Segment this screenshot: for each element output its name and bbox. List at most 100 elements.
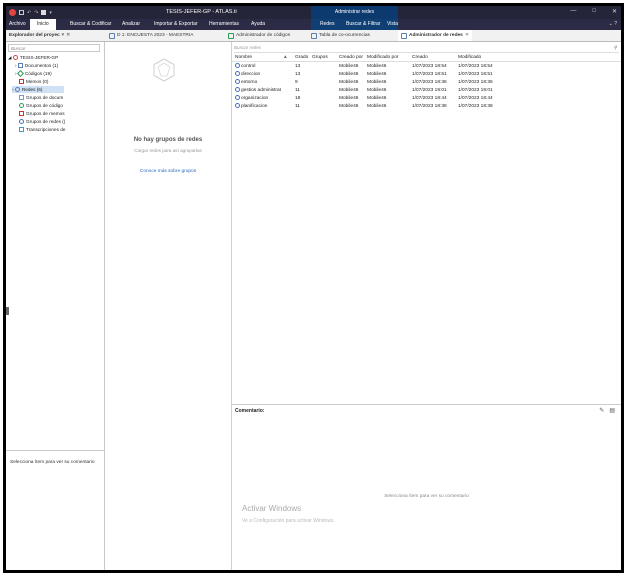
tab-code-manager-label: Administrador de códigos: [236, 33, 291, 38]
edit-comment-icon[interactable]: ✎: [599, 407, 604, 414]
tab-explorador[interactable]: Explorador del proyec ▾ ✕: [9, 30, 103, 41]
tree-label: Memos (0): [26, 79, 49, 84]
pin-icon[interactable]: ▾: [62, 30, 64, 41]
tree-networks[interactable]: › Redes (6): [12, 86, 64, 93]
cell-modificado-por: Mobile46: [367, 72, 387, 77]
project-icon: [12, 55, 18, 61]
column-grupos[interactable]: Grupos: [312, 54, 328, 61]
column-grado[interactable]: Grado: [295, 54, 308, 61]
cell-modificado: 1/07/2023 18:44: [458, 96, 493, 101]
network-icon: [235, 63, 240, 69]
maximize-button[interactable]: □: [592, 8, 596, 15]
dropdown-icon[interactable]: ▾: [49, 10, 52, 16]
context-tab-label: Administrar redes: [311, 6, 398, 19]
empty-groups-title: No hay grupos de redes: [133, 137, 203, 143]
cell-modificado-por: Mobile46: [367, 96, 387, 101]
tree-network-groups[interactable]: Grupos de redes ((: [19, 118, 65, 125]
cell-creado-por: Mobile46: [339, 64, 359, 69]
network-icon: [235, 79, 240, 85]
delete-comment-icon[interactable]: ▤: [609, 407, 615, 414]
network-icon: [235, 87, 240, 93]
document-group-icon: [19, 95, 24, 101]
cell-grado: 13: [295, 64, 301, 69]
network-groups-pane: No hay grupos de redes Cargar redes para…: [105, 42, 232, 570]
menu-redes[interactable]: Redes: [320, 19, 334, 30]
cell-grado: 18: [295, 96, 301, 101]
column-nombre[interactable]: Nombre: [235, 54, 252, 61]
cell-name: control: [235, 63, 255, 70]
cell-modificado-por: Mobile46: [367, 88, 387, 93]
tree-transcriptions[interactable]: Transcripciones de: [19, 126, 65, 133]
explorer-comment-area: Selecciona ítem para ver su comentario: [6, 450, 104, 465]
undo-icon[interactable]: ↶: [27, 10, 31, 16]
cell-name: organizacion: [235, 95, 268, 102]
table-row[interactable]: direccion 13 Mobile46 Mobile46 1/07/2023 18:…: [232, 71, 621, 78]
window-title: TESIS-JEFER-GP - ATLAS.ti: [166, 9, 237, 15]
menu-archivo[interactable]: Archivo: [9, 19, 26, 30]
tree-code-groups[interactable]: Grupos de código: [19, 102, 63, 109]
tree-documents[interactable]: › Documentos (1): [15, 62, 58, 69]
expand-ribbon-icon[interactable]: ⌄ ?: [609, 19, 617, 30]
tree-project-root[interactable]: ◢ TESIS-JEFER-GP: [8, 54, 58, 61]
tab-explorador-label: Explorador del proyec: [9, 33, 60, 38]
activate-windows-title: Activar Windows: [242, 504, 302, 513]
column-modificado-por[interactable]: Modificado por: [367, 54, 398, 61]
cell-modificado: 1/07/2023 19:01: [458, 88, 493, 93]
tree-label: TESIS-JEFER-GP: [19, 55, 59, 60]
cell-name: direccion: [235, 71, 260, 78]
screenshot-frame: ↶ ↷ ▾ TESIS-JEFER-GP - ATLAS.ti Administ…: [3, 3, 624, 573]
networks-search-input[interactable]: Buscar redes ⚲: [234, 44, 619, 53]
cell-creado-por: Mobile46: [339, 88, 359, 93]
memo-group-icon: [19, 111, 24, 117]
table-header: Nombre ▲ Grado Grupos Creado por Modific…: [232, 54, 621, 62]
menu-importar-exportar[interactable]: Importar & Exportar: [154, 19, 198, 30]
menu-inicio[interactable]: Inicio: [30, 19, 56, 30]
network-icon: [235, 103, 240, 109]
menu-buscar-codificar[interactable]: Buscar & Codificar: [70, 19, 111, 30]
project-explorer: Buscar ◢ TESIS-JEFER-GP › Documentos (1)…: [6, 42, 105, 570]
tab-close-icon[interactable]: ✕: [66, 30, 70, 41]
explorer-search-input[interactable]: Buscar: [8, 44, 100, 52]
table-row[interactable]: entorno 9 Mobile46 Mobile46 1/07/2023 18:36 1…: [232, 79, 621, 86]
menu-analizar[interactable]: Analizar: [122, 19, 140, 30]
table-row[interactable]: organizacion 18 Mobile46 Mobile46 1/07/2023 …: [232, 95, 621, 102]
tree-label: Grupos de memos: [26, 111, 65, 116]
table-row[interactable]: gestios administrat 11 Mobile46 Mobile46 1/0…: [232, 87, 621, 94]
panel-resize-handle[interactable]: [6, 307, 9, 315]
network-name: gestios administrat: [241, 88, 281, 93]
tree-codes[interactable]: › Códigos (19): [15, 70, 52, 78]
tab-cooccurrence[interactable]: Tabla de co-ocurrencias: [311, 30, 370, 41]
tree-document-groups[interactable]: Grupos de docum: [19, 94, 63, 101]
menu-herramientas[interactable]: Herramientas: [209, 19, 239, 30]
tree-memos[interactable]: Memos (0): [19, 78, 48, 85]
document-icon: [17, 63, 23, 69]
redo-icon[interactable]: ↷: [34, 10, 38, 16]
new-item-icon[interactable]: [41, 10, 47, 15]
menu-ayuda[interactable]: Ayuda: [251, 19, 265, 30]
menu-buscar-filtrar[interactable]: Buscar & Filtrar: [346, 19, 380, 30]
close-button[interactable]: ✕: [612, 8, 617, 15]
table-row[interactable]: control 13 Mobile46 Mobile46 1/07/2023 18:54…: [232, 63, 621, 70]
column-creado-por[interactable]: Creado por: [339, 54, 363, 61]
transcription-icon: [19, 127, 24, 133]
save-icon[interactable]: [19, 10, 24, 15]
cell-name: entorno: [235, 79, 257, 86]
tab-network-manager[interactable]: Administrador de redes ✕: [398, 30, 472, 41]
tab-code-manager[interactable]: Administrador de códigos: [228, 30, 290, 41]
network-name: planificacion: [241, 104, 268, 109]
minimize-button[interactable]: —: [570, 8, 576, 15]
sort-asc-icon[interactable]: ▲: [283, 54, 288, 61]
column-creado[interactable]: Creado: [412, 54, 428, 61]
network-manager-icon: [401, 32, 407, 39]
cell-creado: 1/07/2023 18:54: [412, 64, 447, 69]
learn-more-link[interactable]: Conoce más sobre grupos: [105, 169, 231, 174]
tab-close-icon[interactable]: ✕: [465, 30, 469, 41]
tab-document[interactable]: D 1: ENCUESTA 2023 - MAESTRIA: [109, 30, 193, 41]
menu-vista[interactable]: Vista: [387, 19, 398, 30]
column-modificado[interactable]: Modificado: [458, 54, 481, 61]
tree-memo-groups[interactable]: Grupos de memos: [19, 110, 65, 117]
pane-divider[interactable]: [232, 404, 621, 405]
network-name: entorno: [241, 80, 258, 85]
tab-document-label: D 1: ENCUESTA 2023 - MAESTRIA: [117, 33, 194, 38]
table-row[interactable]: planificacion 11 Mobile46 Mobile46 1/07/2023…: [232, 103, 621, 110]
